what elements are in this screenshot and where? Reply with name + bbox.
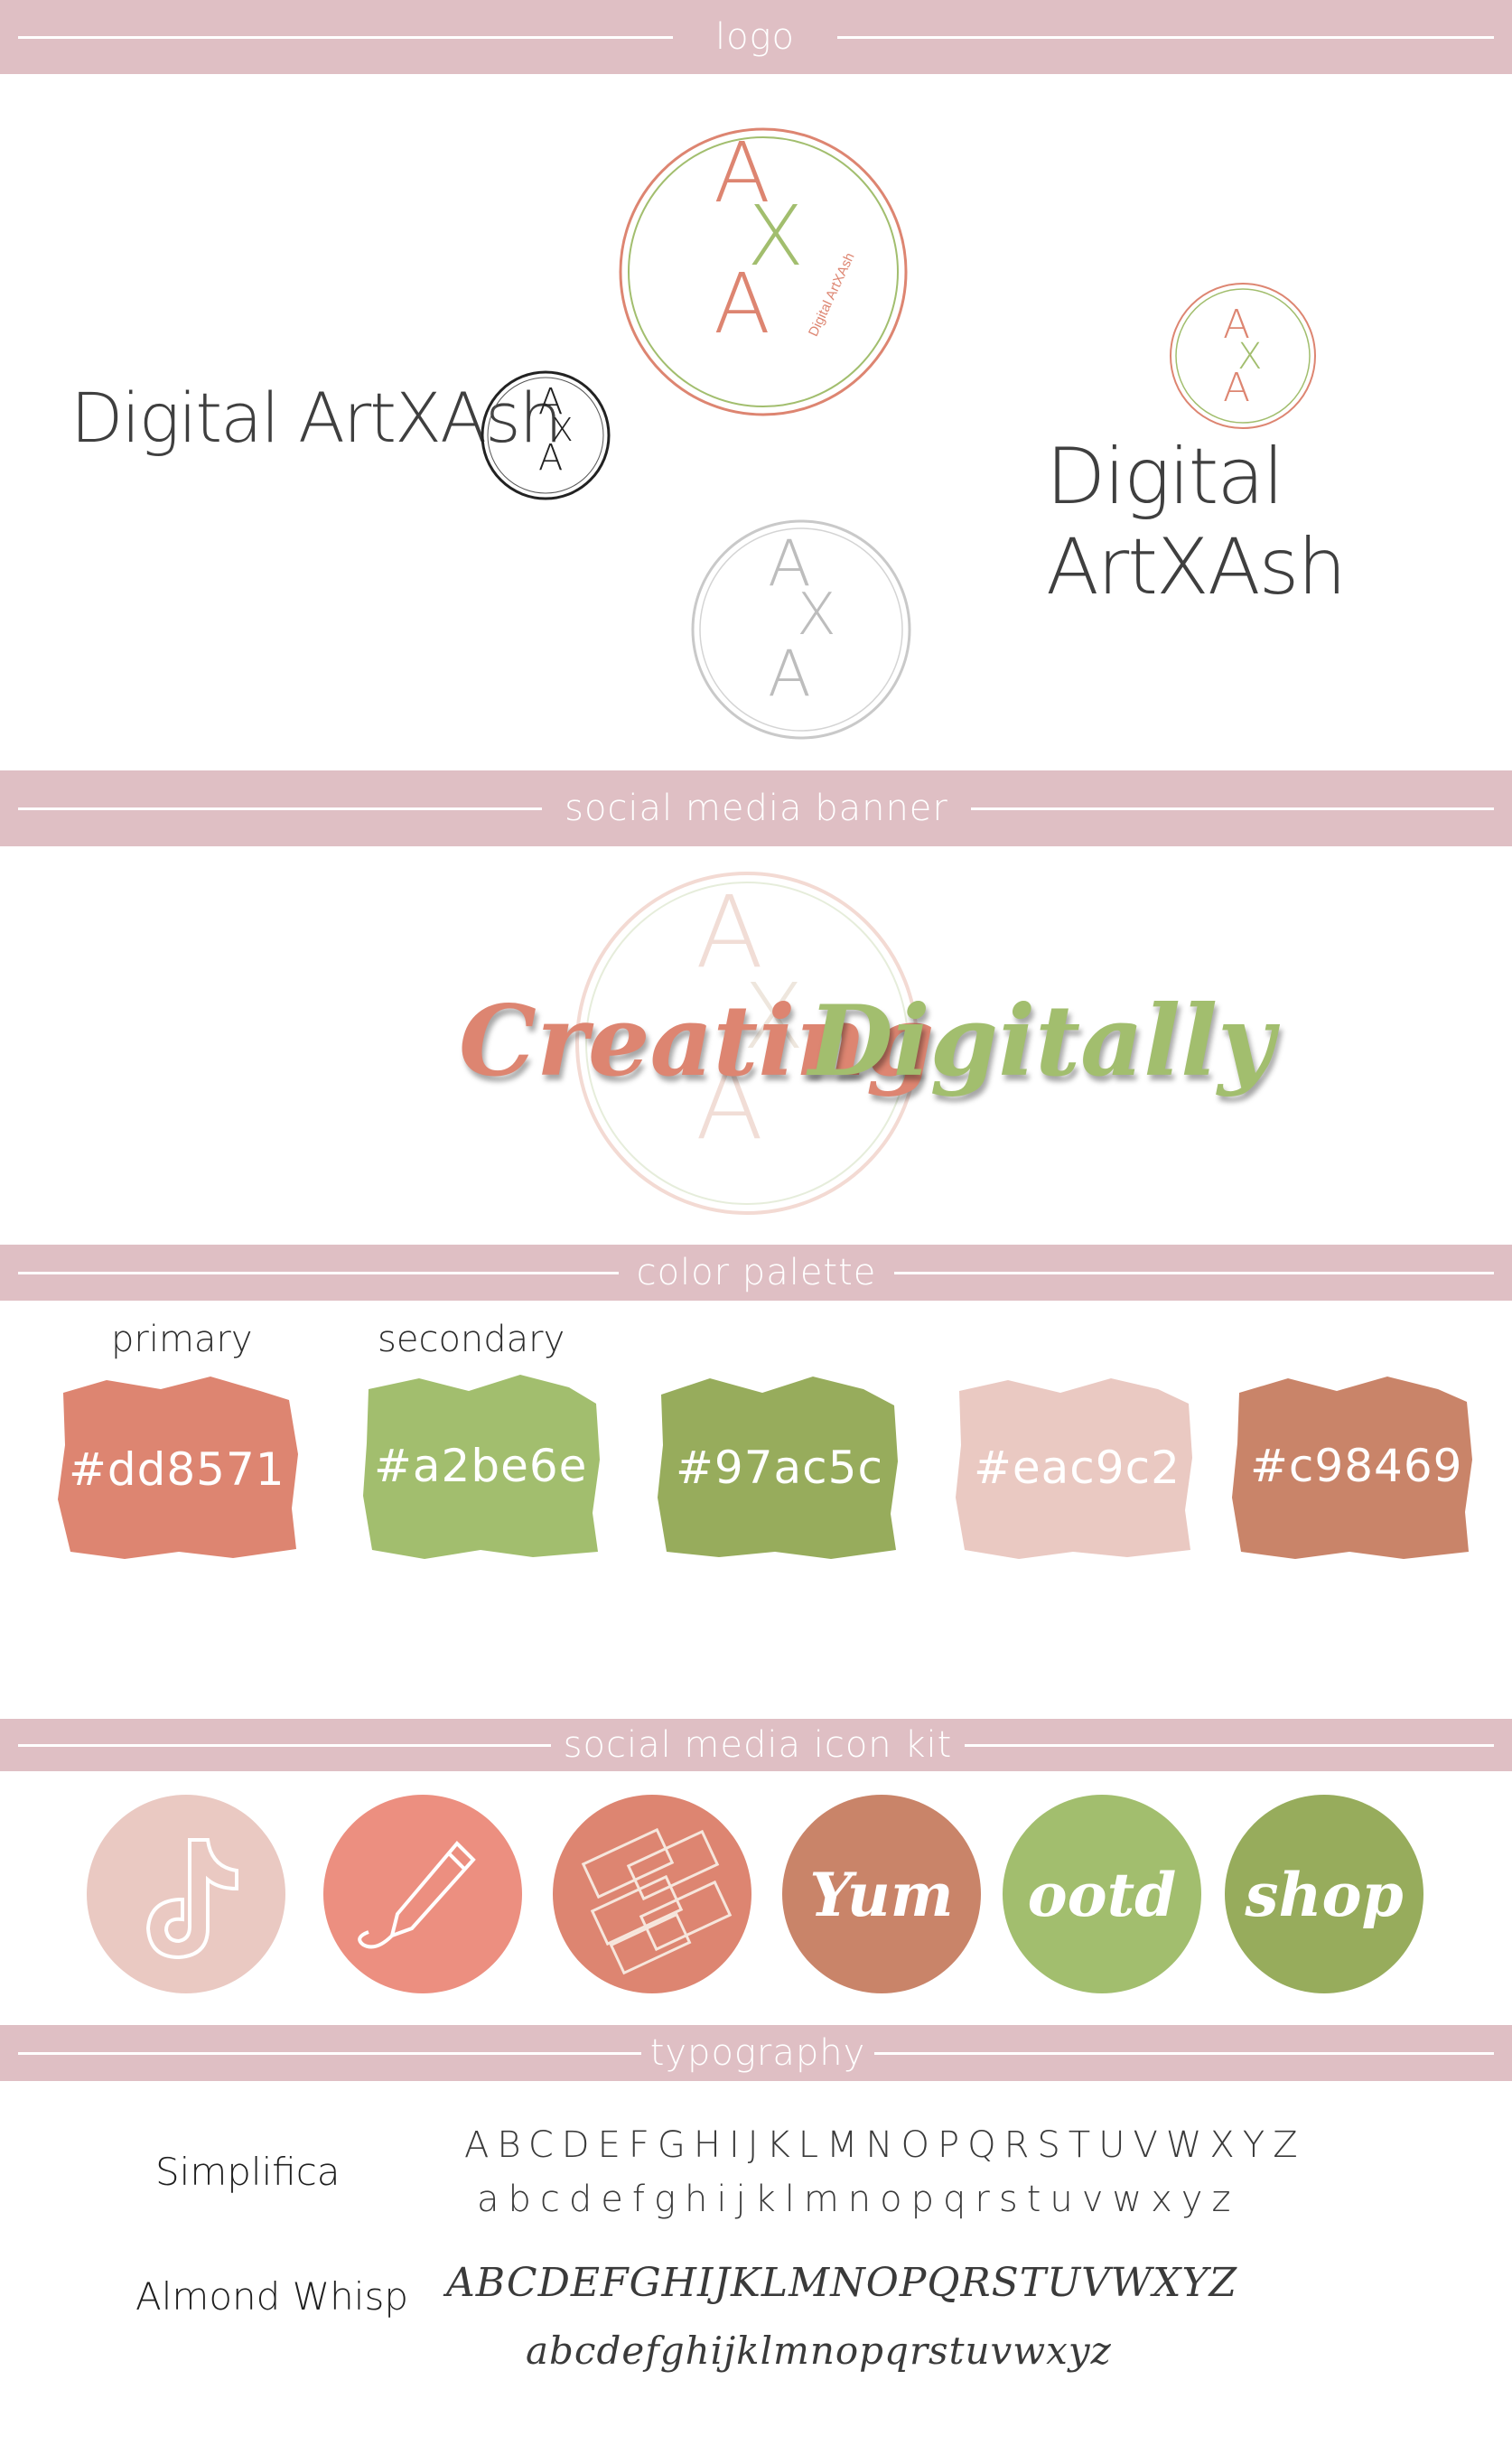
typography-font1-name: Simplifica (155, 2150, 341, 2194)
icon-kit-tiktok (85, 1793, 287, 1995)
icon-kit-rectangles (551, 1793, 753, 1995)
section-header-palette: color palette (0, 1245, 1512, 1301)
logo-small-color-circle: A X A (1167, 280, 1319, 432)
section-title-icons: social media icon kit (563, 1724, 953, 1766)
icon-label-yum: Yum (809, 1860, 954, 1930)
logo-main-circle: A X A Digital ArtXAsh (616, 125, 910, 419)
typography-font1-upper: ABCDEFGHIJKLMNOPQRSTUVWXYZ (464, 2124, 1306, 2166)
monogram-a-bottom: A (714, 256, 770, 352)
color-swatch-1: #dd8571 (52, 1373, 303, 1563)
color-swatch-5: #c98469 (1227, 1373, 1478, 1563)
section-title-logo: logo (714, 16, 796, 58)
swatch-hex-2: #a2be6e (374, 1440, 588, 1492)
icon-label-shop: shop (1245, 1860, 1404, 1930)
section-header-logo: logo (0, 0, 1512, 74)
section-title-typography: typography (649, 2032, 866, 2074)
icon-kit-shop: shop (1223, 1793, 1425, 1995)
color-swatch-2: #a2be6e (356, 1373, 607, 1563)
icon-kit-ootd: ootd (1001, 1793, 1203, 1995)
swatch-hex-3: #97ac5c (676, 1442, 883, 1494)
section-header-icons: social media icon kit (0, 1719, 1512, 1771)
icon-kit-yum: Yum (780, 1793, 983, 1995)
section-title-palette: color palette (636, 1252, 877, 1293)
palette-label-primary: primary (111, 1319, 253, 1360)
typography-font2-lower: abcdefghijklmnopqrstuvwxyz (526, 2329, 1112, 2373)
svg-text:A: A (538, 437, 563, 479)
swatch-hex-5: #c98469 (1250, 1440, 1463, 1492)
swatch-hex-1: #dd8571 (69, 1443, 285, 1496)
typography-font2-name: Almond Whisp (135, 2274, 408, 2319)
brand-wordmark-right: Digital ArtXAsh (1046, 432, 1347, 612)
typography-font1-lower: abcdefghijklmnopqrstuvwxyz (477, 2179, 1240, 2220)
color-swatch-4: #eac9c2 (948, 1373, 1199, 1563)
svg-text:A: A (768, 637, 811, 711)
palette-label-secondary: secondary (378, 1319, 565, 1360)
section-header-typography: typography (0, 2025, 1512, 2081)
section-header-banner: social media banner (0, 770, 1512, 846)
svg-text:A: A (1223, 365, 1250, 411)
color-swatch-3: #97ac5c (652, 1373, 903, 1563)
icon-kit-pen (322, 1793, 524, 1995)
swatch-hex-4: #eac9c2 (974, 1442, 1181, 1494)
logo-black-circle: A X A (479, 369, 612, 502)
banner-word-digitally: Digitally (808, 985, 1274, 1098)
logo-grey-circle: A X A (688, 517, 914, 742)
typography-font2-upper: ABCDEFGHIJKLMNOPQRSTUVWXYZ (446, 2260, 1238, 2306)
section-title-banner: social media banner (565, 788, 948, 829)
icon-label-ootd: ootd (1027, 1860, 1177, 1930)
